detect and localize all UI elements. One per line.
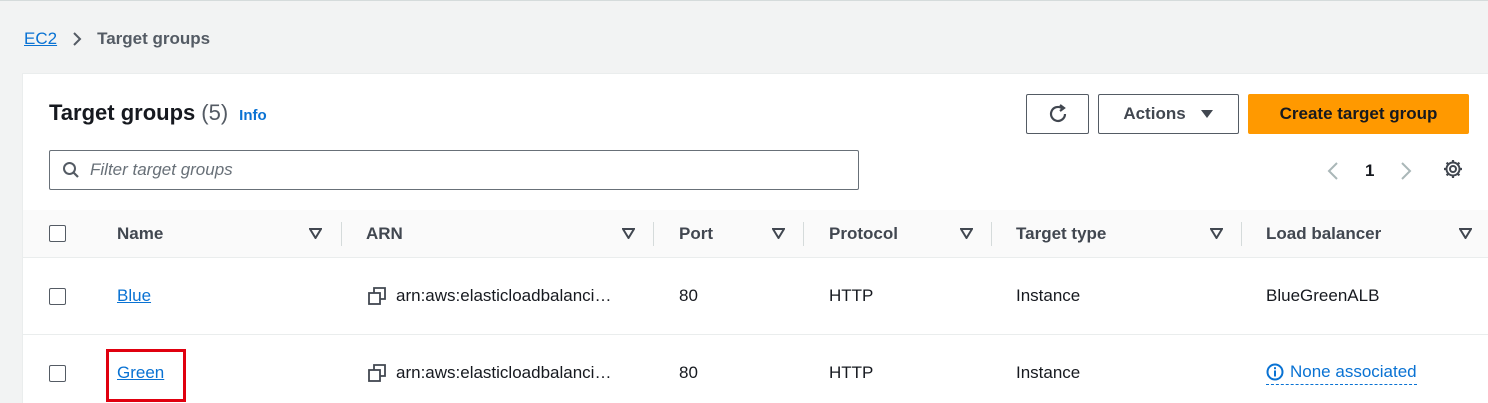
refresh-button[interactable] (1026, 94, 1089, 134)
search-icon (62, 161, 80, 179)
gear-icon[interactable] (1442, 158, 1464, 180)
chevron-left-icon[interactable] (1323, 161, 1343, 181)
column-label: Protocol (829, 224, 898, 243)
select-all-checkbox[interactable] (49, 225, 66, 242)
sort-caret-icon[interactable] (622, 228, 635, 239)
sort-caret-icon[interactable] (1210, 228, 1223, 239)
target-type-cell: Instance (1016, 286, 1081, 305)
column-header-arn[interactable]: ARN (366, 210, 403, 258)
column-label: Load balancer (1266, 224, 1382, 243)
column-label: ARN (366, 224, 403, 243)
column-header-protocol[interactable]: Protocol (829, 210, 898, 258)
actions-button[interactable]: Actions (1098, 94, 1239, 134)
load-balancer-cell: None associated (1266, 335, 1417, 403)
port-cell: 80 (679, 363, 698, 382)
caret-down-icon (1200, 109, 1214, 119)
pagination: 1 (1323, 156, 1416, 186)
column-header-name[interactable]: Name (117, 210, 163, 258)
column-divider[interactable] (803, 222, 804, 246)
chevron-right-icon[interactable] (1396, 161, 1416, 181)
none-associated-text: None associated (1290, 361, 1417, 381)
column-header-target-type[interactable]: Target type (1016, 210, 1106, 258)
target-type-cell: Instance (1016, 363, 1081, 382)
page-title: Target groups (5) Info (49, 100, 267, 126)
refresh-icon (1047, 103, 1069, 125)
column-divider[interactable] (1241, 222, 1242, 246)
create-target-group-button[interactable]: Create target group (1248, 94, 1469, 134)
arn-cell: arn:aws:elasticloadbalanci… (368, 258, 611, 334)
breadcrumb: EC2 Target groups (24, 29, 210, 49)
target-group-name-link[interactable]: Blue (117, 286, 151, 306)
table-header: Name ARN Port Protocol Target type Load … (23, 210, 1488, 258)
protocol-cell: HTTP (829, 363, 874, 382)
column-label: Target type (1016, 224, 1107, 243)
column-divider[interactable] (341, 222, 342, 246)
port-cell: 80 (679, 286, 698, 305)
sort-caret-icon[interactable] (772, 228, 785, 239)
filter-container (49, 150, 859, 190)
breadcrumb-current: Target groups (97, 29, 211, 48)
info-link[interactable]: Info (239, 107, 267, 124)
none-associated-link[interactable]: None associated (1266, 362, 1417, 385)
column-header-load-balancer[interactable]: Load balancer (1266, 210, 1381, 258)
target-groups-panel: Target groups (5) Info Actions Create ta… (22, 73, 1488, 403)
sort-caret-icon[interactable] (309, 228, 322, 239)
row-checkbox[interactable] (49, 365, 66, 382)
protocol-cell: HTTP (829, 286, 874, 305)
info-circle-icon (1266, 363, 1284, 381)
copy-icon[interactable] (368, 364, 386, 382)
current-page[interactable]: 1 (1365, 161, 1374, 181)
sort-caret-icon[interactable] (960, 228, 973, 239)
column-label: Port (679, 224, 713, 243)
highlight-box (106, 349, 186, 402)
row-checkbox[interactable] (49, 288, 66, 305)
sort-caret-icon[interactable] (1459, 228, 1472, 239)
load-balancer-cell: BlueGreenALB (1266, 286, 1380, 305)
filter-input[interactable] (90, 160, 790, 180)
arn-cell: arn:aws:elasticloadbalanci… (368, 335, 611, 403)
column-label: Name (117, 224, 164, 243)
table-row[interactable]: Blue arn:aws:elasticloadbalanci… 80 HTTP… (23, 258, 1488, 335)
column-header-port[interactable]: Port (679, 210, 713, 258)
arn-text: arn:aws:elasticloadbalanci… (396, 363, 612, 382)
title-count: (5) (201, 100, 229, 125)
arn-text: arn:aws:elasticloadbalanci… (396, 286, 612, 305)
breadcrumb-ec2-link[interactable]: EC2 (24, 29, 57, 49)
column-divider[interactable] (991, 222, 992, 246)
chevron-right-icon (71, 31, 83, 47)
actions-label: Actions (1123, 104, 1186, 123)
title-text: Target groups (49, 100, 196, 125)
table-row[interactable]: Green arn:aws:elasticloadbalanci… 80 HTT… (23, 335, 1488, 403)
column-divider[interactable] (653, 222, 654, 246)
copy-icon[interactable] (368, 287, 386, 305)
